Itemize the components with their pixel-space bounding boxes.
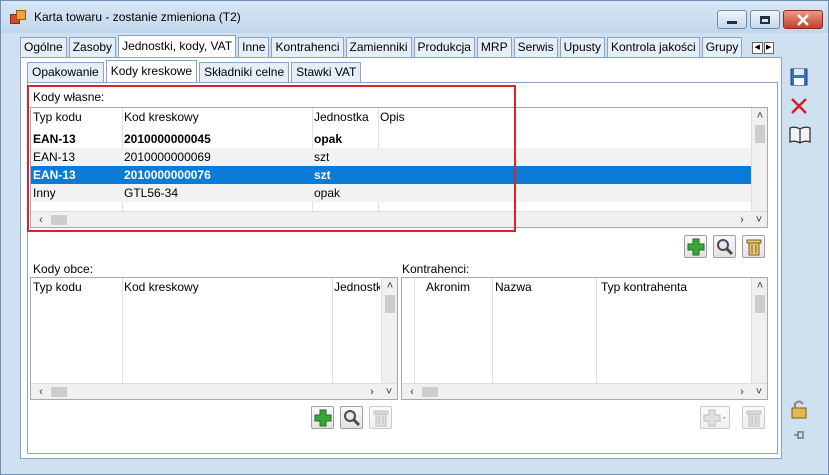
scroll-left-icon[interactable]: ‹: [404, 384, 420, 399]
contractors-col-acronym[interactable]: Akronim: [426, 278, 470, 296]
window: Karta towaru - zostanie zmieniona (T2) O…: [0, 0, 829, 475]
contractors-col-name[interactable]: Nazwa: [495, 278, 532, 296]
tab-kontrahenci[interactable]: Kontrahenci: [271, 37, 344, 57]
subtab-skladniki-celne[interactable]: Składniki celne: [199, 62, 290, 82]
tab-produkcja[interactable]: Produkcja: [413, 37, 475, 57]
scroll-down-icon[interactable]: ˅: [381, 384, 397, 399]
contractors-vscroll[interactable]: ˄: [751, 278, 767, 383]
tab-inne[interactable]: Inne: [238, 37, 270, 57]
maximize-icon: [751, 11, 779, 28]
magnifier-icon: [717, 239, 734, 256]
tab-zamienniki[interactable]: Zamienniki: [345, 37, 412, 57]
scroll-up-icon[interactable]: ˄: [752, 108, 767, 124]
tab-mrp[interactable]: MRP: [476, 37, 512, 57]
foreign-codes-hscroll[interactable]: ‹ › ˅: [31, 383, 397, 399]
book-icon: [789, 126, 811, 144]
scroll-right-icon[interactable]: ›: [734, 212, 750, 227]
scroll-down-icon[interactable]: ˅: [751, 384, 767, 399]
lock-button[interactable]: [787, 397, 811, 420]
subtab-opakowanie[interactable]: Opakowanie: [27, 62, 104, 82]
tab-zasoby[interactable]: Zasoby: [68, 37, 117, 57]
minimize-button[interactable]: [717, 10, 747, 29]
trash-icon: [373, 410, 389, 427]
app-icon: [10, 10, 27, 26]
magnifier-icon: [344, 410, 361, 427]
save-button[interactable]: [787, 65, 811, 88]
lock-icon: [791, 400, 807, 419]
minimize-icon: [718, 11, 746, 28]
pin-button[interactable]: [787, 423, 811, 446]
subtab-kody-kreskowe[interactable]: Kody kreskowe: [105, 60, 198, 82]
contractors-label: Kontrahenci:: [402, 262, 470, 276]
foreign-col-type[interactable]: Typ kodu: [33, 278, 82, 296]
add-foreign-code-button[interactable]: [311, 406, 334, 429]
close-button[interactable]: [783, 10, 823, 29]
own-codes-vscroll[interactable]: ˄: [751, 108, 767, 211]
foreign-codes-label: Kody obce:: [33, 262, 94, 276]
tab-grupy[interactable]: Grupy: [701, 37, 743, 57]
scroll-up-icon[interactable]: ˄: [752, 278, 767, 294]
pin-icon: [794, 431, 804, 439]
delete-contractor-button[interactable]: [742, 406, 765, 429]
tab-ogolne[interactable]: Ogólne: [20, 37, 67, 57]
sub-tabs: Opakowanie Kody kreskowe Składniki celne…: [27, 60, 363, 82]
contractors-hscroll[interactable]: ‹ › ˅: [402, 383, 767, 399]
add-own-code-button[interactable]: [684, 235, 707, 258]
tab-scroll-left-icon[interactable]: ◀: [752, 42, 763, 54]
subtab-stawki-vat[interactable]: Stawki VAT: [291, 62, 362, 82]
close-icon: [784, 11, 822, 28]
foreign-col-code[interactable]: Kod kreskowy: [124, 278, 199, 296]
tab-upusty[interactable]: Upusty: [559, 37, 605, 57]
tab-kontrola-jakosci[interactable]: Kontrola jakości: [606, 37, 700, 57]
search-own-code-button[interactable]: [713, 235, 736, 258]
plus-icon: [687, 238, 705, 256]
window-title: Karta towaru - zostanie zmieniona (T2): [34, 10, 241, 24]
contractors-grid: Akronim Nazwa Typ kontrahenta ˄ ‹ › ˅: [401, 277, 768, 400]
title-bar[interactable]: Karta towaru - zostanie zmieniona (T2): [1, 1, 828, 33]
tab-jednostki-kody-vat[interactable]: Jednostki, kody, VAT: [118, 35, 237, 57]
trash-icon: [746, 239, 762, 256]
search-foreign-code-button[interactable]: [340, 406, 363, 429]
scroll-right-icon[interactable]: ›: [734, 384, 750, 399]
foreign-codes-vscroll[interactable]: ˄: [381, 278, 397, 383]
scroll-up-icon[interactable]: ˄: [382, 278, 397, 294]
cancel-button[interactable]: [787, 94, 811, 117]
tab-serwis[interactable]: Serwis: [513, 37, 558, 57]
highlight-frame: [27, 85, 516, 232]
maximize-button[interactable]: [750, 10, 780, 29]
tab-scroll-right-icon[interactable]: ▶: [763, 42, 774, 54]
scroll-down-icon[interactable]: ˅: [751, 212, 767, 227]
scroll-left-icon[interactable]: ‹: [33, 384, 49, 399]
plus-icon: [314, 409, 332, 427]
close-icon: [791, 98, 807, 114]
plus-dropdown-icon: [703, 409, 726, 427]
main-tabs: Ogólne Zasoby Jednostki, kody, VAT Inne …: [20, 35, 744, 57]
foreign-col-unit[interactable]: Jednostka: [334, 278, 380, 296]
delete-foreign-code-button[interactable]: [369, 406, 392, 429]
tab-scroll-arrows: ◀ ▶: [752, 42, 774, 54]
foreign-codes-grid: Typ kodu Kod kreskowy Jednostka ˄ ‹ › ˅: [30, 277, 398, 400]
contractors-col-type[interactable]: Typ kontrahenta: [601, 278, 687, 296]
add-contractor-button[interactable]: [700, 406, 730, 429]
floppy-disk-icon: [790, 68, 808, 86]
delete-own-code-button[interactable]: [742, 235, 765, 258]
trash-icon: [746, 410, 762, 427]
help-book-button[interactable]: [787, 123, 811, 146]
scroll-right-icon[interactable]: ›: [364, 384, 380, 399]
